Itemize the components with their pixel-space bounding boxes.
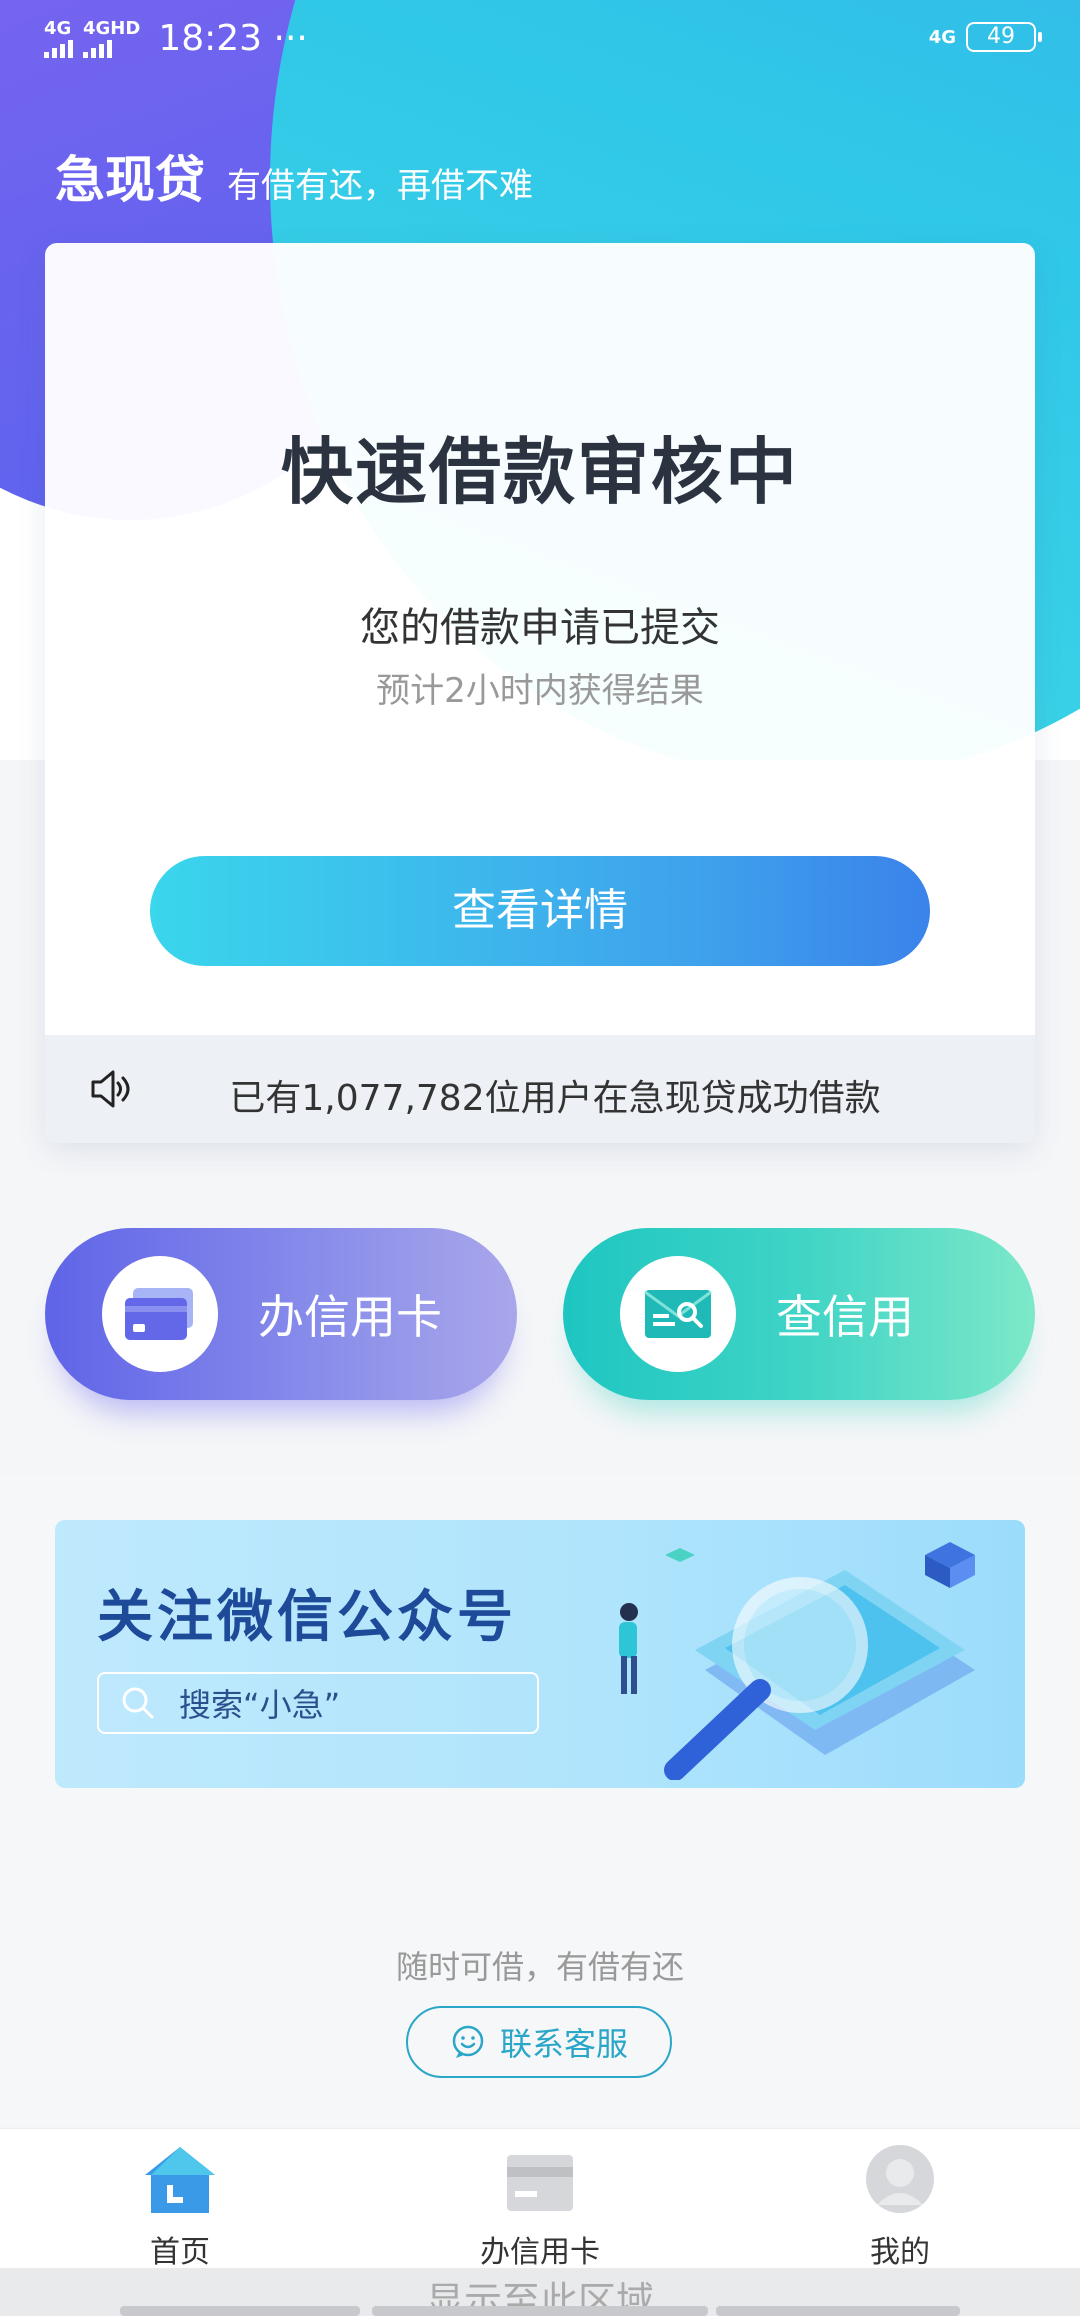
signal-indicator-1: 4G	[44, 19, 73, 58]
loan-status-subtitle: 您的借款申请已提交	[360, 605, 720, 651]
check-credit-label: 查信用	[776, 1290, 914, 1344]
loan-status-card: 快速借款审核中 您的借款申请已提交 预计2小时内获得结果 查看详情 已有1,07…	[45, 243, 1035, 1143]
notice-text: 已有1,077,782位用户在急现贷成功借款	[229, 1078, 881, 1119]
banner-title: 关注微信公众号	[97, 1585, 517, 1650]
search-icon	[122, 1687, 154, 1719]
nav-gesture-line-center	[372, 2306, 708, 2316]
credit-report-icon	[620, 1256, 736, 1372]
credit-card-apply-label: 办信用卡	[258, 1290, 442, 1344]
signal-indicator-2: 4GHD	[83, 19, 140, 58]
tab-mine[interactable]: 我的	[800, 2145, 1000, 2271]
user-icon	[866, 2145, 934, 2213]
network-indicator: 4G	[928, 26, 956, 48]
notice-bar: 已有1,077,782位用户在急现贷成功借款	[45, 1035, 1035, 1143]
home-icon	[145, 2147, 215, 2213]
check-credit-button[interactable]: 查信用	[563, 1228, 1035, 1400]
credit-card-apply-button[interactable]: 办信用卡	[45, 1228, 517, 1400]
nav-gesture-line-right	[716, 2306, 960, 2316]
tab-credit-card[interactable]: 办信用卡	[440, 2145, 640, 2271]
battery-indicator: 49	[966, 22, 1042, 52]
tab-home[interactable]: 首页	[80, 2145, 280, 2271]
banner-search-text: 搜索“小急”	[179, 1686, 341, 1724]
tab-home-label: 首页	[150, 2235, 210, 2270]
status-bar: 4G 4GHD 18:23 ··· 4G 49	[0, 0, 1080, 84]
tab-credit-card-label: 办信用卡	[480, 2235, 600, 2270]
magnifier-illustration	[619, 1542, 975, 1780]
view-details-button[interactable]: 查看详情	[150, 856, 930, 966]
app-title: 急现贷	[55, 151, 205, 209]
app-slogan: 有借有还，再借不难	[227, 166, 533, 206]
credit-card-icon	[507, 2155, 573, 2211]
contact-service-label: 联系客服	[499, 2026, 628, 2062]
loan-status-note: 预计2小时内获得结果	[376, 671, 704, 711]
smile-chat-icon	[452, 2025, 484, 2058]
bottom-tab-bar: 首页 办信用卡 我的	[0, 2128, 1080, 2271]
tab-mine-label: 我的	[870, 2235, 930, 2270]
banner-search-box: 搜索“小急”	[97, 1672, 539, 1734]
contact-service-button[interactable]: 联系客服	[406, 2006, 672, 2078]
nav-gesture-line-left	[120, 2306, 360, 2316]
status-time: 18:23 ···	[158, 18, 308, 59]
footer-tagline: 随时可借，有借有还	[395, 1948, 684, 1986]
app-header: 急现贷 有借有还，再借不难	[55, 140, 533, 212]
credit-card-icon	[102, 1256, 218, 1372]
loan-status-title: 快速借款审核中	[280, 430, 799, 514]
wechat-banner[interactable]: 关注微信公众号 搜索“小急”	[55, 1520, 1025, 1788]
